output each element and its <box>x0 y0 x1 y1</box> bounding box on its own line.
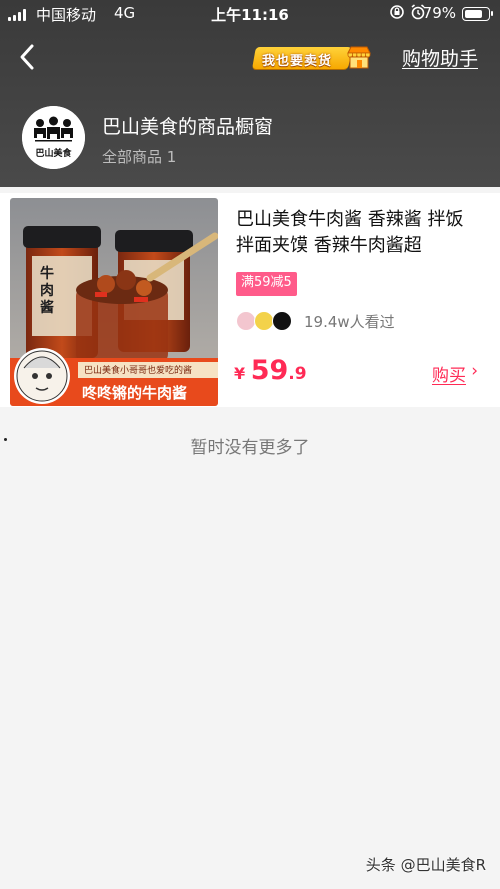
product-image[interactable]: 牛肉酱 巴山美食小哥哥也爱吃的酱 咚咚锵的牛肉酱 <box>10 198 218 406</box>
battery-percent: 79% <box>422 4 456 22</box>
product-price: ¥ 59.9 <box>234 355 307 386</box>
price-currency: ¥ <box>234 364 246 383</box>
product-title[interactable]: 巴山美食牛肉酱 香辣酱 拌饭拌面夹馍 香辣牛肉酱超 <box>236 207 476 259</box>
viewer-avatar <box>254 311 274 331</box>
product-card[interactable]: 牛肉酱 巴山美食小哥哥也爱吃的酱 咚咚锵的牛肉酱 巴山美食牛肉酱 香辣酱 拌饭拌… <box>0 193 500 407</box>
product-image-caption-top: 巴山美食小哥哥也爱吃的酱 <box>84 366 193 376</box>
price-decimal: .9 <box>288 364 307 384</box>
chevron-right-icon[interactable]: › <box>471 361 478 381</box>
shop-header: 中国移动 4G 上午11:16 79% 我也要卖货 购物助手 巴山美食 巴山美食… <box>0 0 500 187</box>
shop-logo-text: 巴山美食 <box>35 149 72 159</box>
product-count[interactable]: 全部商品 1 <box>102 146 176 167</box>
sell-goods-button[interactable]: 我也要卖货 <box>252 43 371 71</box>
shop-avatar[interactable]: 巴山美食 <box>22 106 85 169</box>
back-button[interactable] <box>14 42 40 72</box>
shop-logo-icon <box>22 106 85 169</box>
buy-button[interactable]: 购买 <box>432 361 466 386</box>
viewer-avatar <box>236 311 256 331</box>
shop-title: 巴山美食的商品橱窗 <box>102 116 274 138</box>
status-bar: 中国移动 4G 上午11:16 79% <box>0 0 500 28</box>
storefront-icon <box>347 46 371 69</box>
status-icons <box>389 3 426 21</box>
battery-level <box>464 9 482 18</box>
rotation-lock-icon <box>390 5 404 19</box>
chevron-left-icon <box>20 44 34 70</box>
viewer-count: 19.4w人看过 <box>304 313 395 331</box>
no-more-items: 暂时没有更多了 <box>190 438 310 458</box>
viewer-avatar <box>272 311 292 331</box>
product-image-caption-main: 咚咚锵的牛肉酱 <box>82 384 188 402</box>
battery-icon <box>462 7 493 21</box>
promo-badge: 满59减5 <box>236 272 297 296</box>
price-integer: 59 <box>250 355 289 386</box>
sell-goods-label: 我也要卖货 <box>262 54 333 69</box>
watermark: 头条 @巴山美食R <box>365 856 486 874</box>
shopping-assistant-link[interactable]: 购物助手 <box>402 44 478 71</box>
product-jar-label: 牛肉酱 <box>40 266 54 316</box>
